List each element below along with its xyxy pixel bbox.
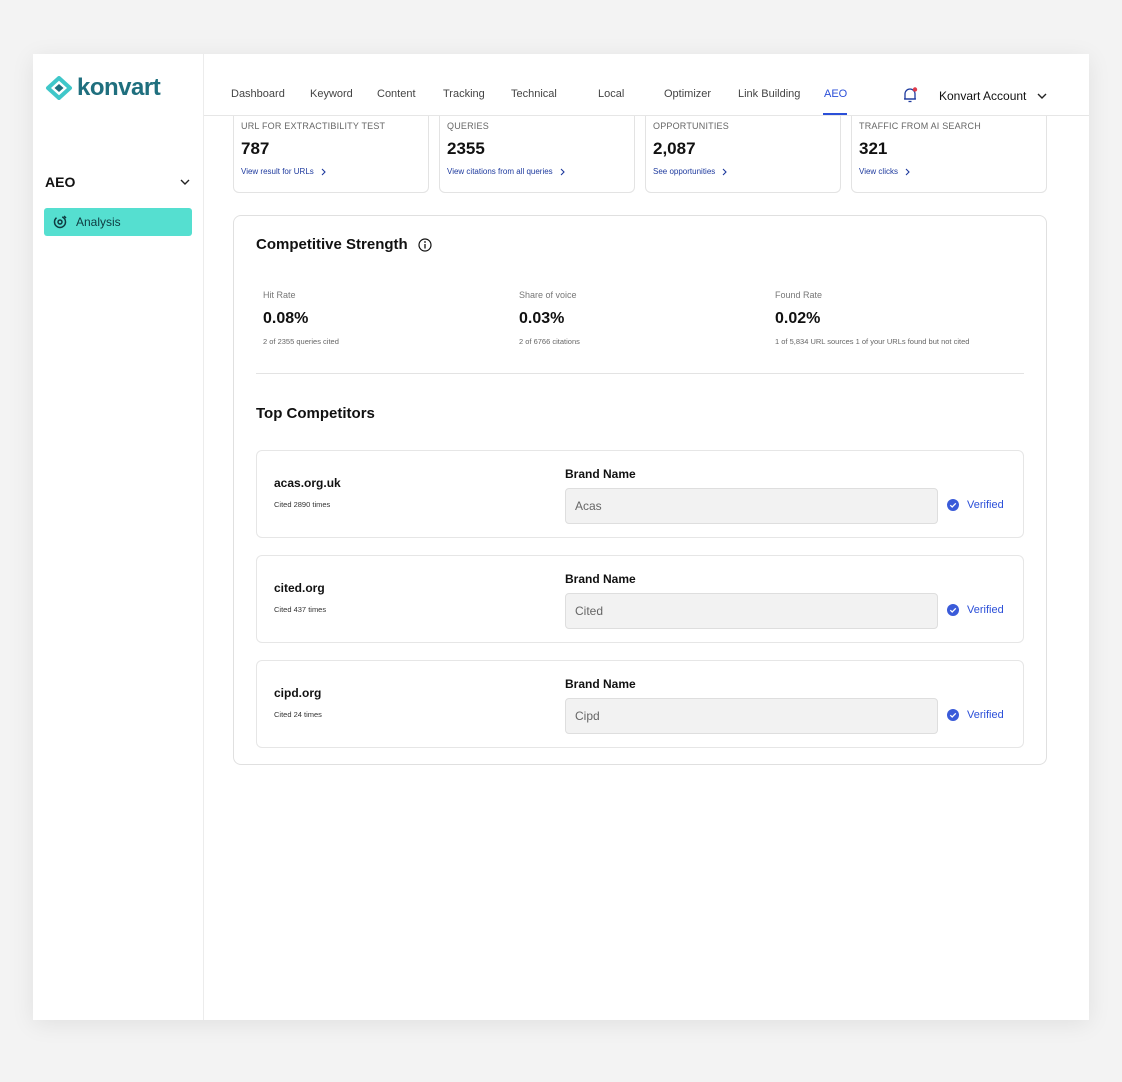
brand-name-label: Brand Name bbox=[565, 467, 636, 481]
competitor-domain: acas.org.uk bbox=[274, 476, 341, 490]
logo[interactable]: konvart bbox=[45, 74, 161, 102]
stat-label: Hit Rate bbox=[263, 290, 296, 300]
top-competitors-title: Top Competitors bbox=[256, 405, 375, 422]
metric-label: URL FOR EXTRACTIBILITY TEST bbox=[241, 121, 386, 131]
app-window: konvart AEO Analysis Dashboard Keyword C… bbox=[33, 54, 1089, 1020]
metric-value: 787 bbox=[241, 139, 270, 158]
divider bbox=[256, 373, 1024, 374]
stat-subtext: 2 of 6766 citations bbox=[519, 337, 580, 346]
metric-card-opportunities: OPPORTUNITIES 2,087 See opportunities bbox=[645, 116, 841, 193]
tab-technical[interactable]: Technical bbox=[511, 88, 557, 100]
stat-label: Share of voice bbox=[519, 290, 577, 300]
verified-badge: Verified bbox=[947, 499, 1004, 511]
metric-link[interactable]: View clicks bbox=[859, 167, 1039, 176]
competitor-card: cited.org Cited 437 times Brand Name Ver… bbox=[256, 555, 1024, 643]
brand-name-input[interactable] bbox=[565, 593, 938, 629]
stat-value: 0.03% bbox=[519, 310, 565, 327]
stat-value: 0.02% bbox=[775, 310, 821, 327]
metric-label: QUERIES bbox=[447, 121, 489, 131]
competitor-domain: cipd.org bbox=[274, 686, 322, 700]
tab-dashboard[interactable]: Dashboard bbox=[231, 88, 285, 100]
sidebar: konvart AEO Analysis bbox=[33, 54, 204, 1020]
tab-optimizer[interactable]: Optimizer bbox=[664, 88, 711, 100]
metric-link[interactable]: View citations from all queries bbox=[447, 167, 627, 176]
check-circle-icon bbox=[947, 604, 959, 616]
active-tab-indicator bbox=[823, 113, 847, 115]
competitor-card: acas.org.uk Cited 2890 times Brand Name … bbox=[256, 450, 1024, 538]
verified-label: Verified bbox=[967, 709, 1004, 721]
brand-name-input[interactable] bbox=[565, 698, 938, 734]
chevron-right-icon bbox=[560, 168, 565, 175]
stat-subtext: 1 of 5,834 URL sources 1 of your URLs fo… bbox=[775, 337, 970, 346]
metric-card-ai-traffic: TRAFFIC FROM AI SEARCH 321 View clicks bbox=[851, 116, 1047, 193]
verified-badge: Verified bbox=[947, 709, 1004, 721]
check-circle-icon bbox=[947, 499, 959, 511]
metric-link-label: View clicks bbox=[859, 167, 898, 176]
brand-name-label: Brand Name bbox=[565, 677, 636, 691]
analysis-icon bbox=[53, 215, 67, 229]
metric-link[interactable]: See opportunities bbox=[653, 167, 833, 176]
chevron-right-icon bbox=[722, 168, 728, 175]
logo-text: konvart bbox=[77, 74, 161, 101]
brand-name-label: Brand Name bbox=[565, 572, 636, 586]
competitor-card: cipd.org Cited 24 times Brand Name Verif… bbox=[256, 660, 1024, 748]
panel-title: Competitive Strength bbox=[256, 236, 432, 253]
chevron-down-icon[interactable] bbox=[1036, 90, 1048, 102]
competitor-cited-count: Cited 2890 times bbox=[274, 500, 331, 509]
tab-tracking[interactable]: Tracking bbox=[443, 88, 485, 100]
sidebar-item-label: Analysis bbox=[76, 215, 121, 229]
tab-aeo[interactable]: AEO bbox=[824, 88, 847, 100]
brand-name-input[interactable] bbox=[565, 488, 938, 524]
stat-subtext: 2 of 2355 queries cited bbox=[263, 337, 339, 346]
panel-title-text: Competitive Strength bbox=[256, 236, 408, 253]
stat-value: 0.08% bbox=[263, 310, 309, 327]
metric-link[interactable]: View result for URLs bbox=[241, 167, 421, 176]
sidebar-section-aeo[interactable]: AEO bbox=[45, 172, 191, 192]
stat-found-rate: Found Rate 0.02% 1 of 5,834 URL sources … bbox=[775, 290, 969, 346]
chevron-right-icon bbox=[321, 168, 326, 175]
metric-value: 321 bbox=[859, 139, 888, 158]
metric-link-label: View result for URLs bbox=[241, 167, 314, 176]
competitor-domain: cited.org bbox=[274, 581, 325, 595]
account-name[interactable]: Konvart Account bbox=[939, 89, 1026, 103]
info-icon[interactable] bbox=[418, 237, 432, 252]
check-circle-icon bbox=[947, 709, 959, 721]
stat-hit-rate: Hit Rate 0.08% 2 of 2355 queries cited bbox=[263, 290, 339, 346]
verified-label: Verified bbox=[967, 604, 1004, 616]
metric-card-url-extractibility: URL FOR EXTRACTIBILITY TEST 787 View res… bbox=[233, 116, 429, 193]
tab-local[interactable]: Local bbox=[598, 88, 624, 100]
tab-keyword[interactable]: Keyword bbox=[310, 88, 353, 100]
metric-label: OPPORTUNITIES bbox=[653, 121, 729, 131]
konvart-logo-icon bbox=[46, 76, 72, 100]
chevron-down-icon bbox=[180, 179, 190, 185]
sidebar-item-analysis[interactable]: Analysis bbox=[44, 208, 192, 236]
competitive-strength-panel: Competitive Strength Hit Rate 0.08% 2 of… bbox=[233, 215, 1047, 765]
sidebar-section-label: AEO bbox=[45, 174, 76, 190]
verified-label: Verified bbox=[967, 499, 1004, 511]
stat-label: Found Rate bbox=[775, 290, 823, 300]
stat-share-of-voice: Share of voice 0.03% 2 of 6766 citations bbox=[519, 290, 580, 346]
metric-link-label: View citations from all queries bbox=[447, 167, 553, 176]
tab-content[interactable]: Content bbox=[377, 88, 416, 100]
tab-link-building[interactable]: Link Building bbox=[738, 88, 800, 100]
metric-label: TRAFFIC FROM AI SEARCH bbox=[859, 121, 981, 131]
metric-card-queries: QUERIES 2355 View citations from all que… bbox=[439, 116, 635, 193]
competitor-cited-count: Cited 24 times bbox=[274, 710, 322, 719]
metric-link-label: See opportunities bbox=[653, 167, 716, 176]
chevron-right-icon bbox=[905, 168, 910, 175]
verified-badge: Verified bbox=[947, 604, 1004, 616]
bell-icon[interactable] bbox=[901, 86, 919, 104]
top-nav: Dashboard Keyword Content Tracking Techn… bbox=[204, 54, 1089, 116]
metric-value: 2,087 bbox=[653, 139, 696, 158]
metric-value: 2355 bbox=[447, 139, 485, 158]
competitor-cited-count: Cited 437 times bbox=[274, 605, 327, 614]
